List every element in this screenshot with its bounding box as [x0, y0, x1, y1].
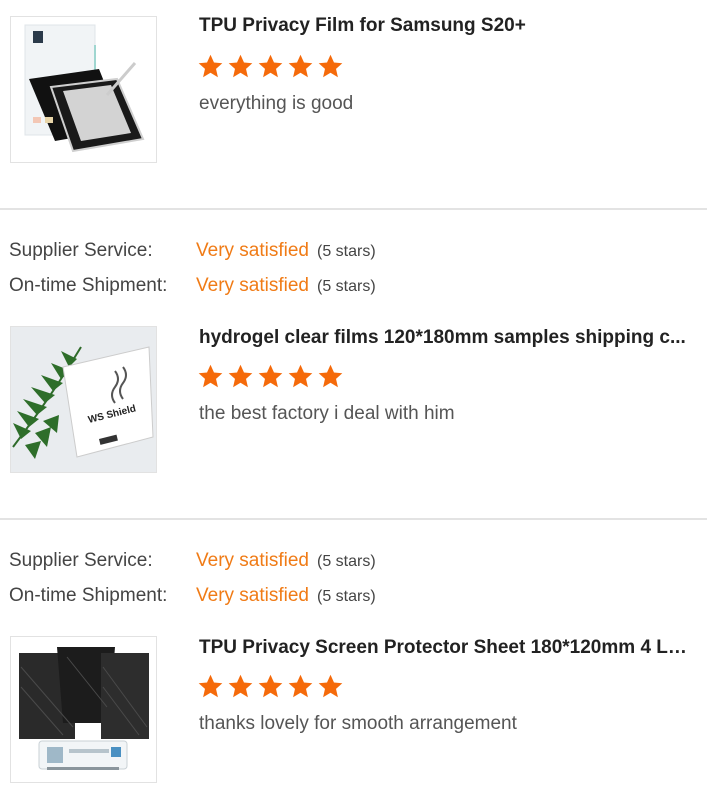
supplier-service-stars: (5 stars)	[317, 243, 376, 260]
review-comment: everything is good	[199, 93, 354, 114]
supplier-service-label: Supplier Service:	[9, 550, 153, 571]
star-icon	[258, 364, 283, 388]
supplier-service-value: Very satisfied	[196, 240, 309, 261]
supplier-service-value: Very satisfied	[196, 550, 309, 571]
star-icon	[288, 364, 313, 388]
product-title[interactable]: TPU Privacy Film for Samsung S20+	[199, 14, 694, 38]
supplier-service-rating: Supplier Service: Very satisfied (5 stars)	[9, 547, 376, 575]
shipment-rating: On-time Shipment: Very satisfied (5 stars)	[9, 582, 376, 610]
shipment-stars: (5 stars)	[317, 278, 376, 295]
supplier-service-stars: (5 stars)	[317, 553, 376, 570]
review-comment: thanks lovely for smooth arrangement	[199, 713, 517, 734]
star-icon	[318, 674, 343, 698]
shipment-stars: (5 stars)	[317, 588, 376, 605]
supplier-service-rating: Supplier Service: Very satisfied (5 stars)	[9, 237, 376, 265]
product-thumbnail[interactable]	[10, 16, 157, 163]
shipment-rating: On-time Shipment: Very satisfied (5 stars)	[9, 272, 376, 300]
shipment-value: Very satisfied	[196, 585, 309, 606]
star-icon	[288, 674, 313, 698]
product-thumbnail[interactable]	[10, 636, 157, 783]
star-icon	[258, 54, 283, 78]
product-title[interactable]: hydrogel clear films 120*180mm samples s…	[199, 326, 694, 350]
review-card: Supplier Service: Very satisfied (5 stars)…	[0, 520, 707, 812]
star-rating	[197, 363, 344, 391]
star-rating	[197, 53, 344, 81]
review-comment: the best factory i deal with him	[199, 403, 455, 424]
shipment-value: Very satisfied	[196, 275, 309, 296]
star-icon	[228, 54, 253, 78]
review-card: TPU Privacy Film for Samsung S20+ everyt…	[0, 0, 707, 208]
shipment-label: On-time Shipment:	[9, 275, 168, 296]
star-icon	[228, 364, 253, 388]
star-icon	[318, 364, 343, 388]
star-icon	[228, 674, 253, 698]
shipment-label: On-time Shipment:	[9, 585, 168, 606]
product-title[interactable]: TPU Privacy Screen Protector Sheet 180*1…	[199, 636, 694, 660]
star-icon	[258, 674, 283, 698]
star-icon	[198, 674, 223, 698]
reviews-list: TPU Privacy Film for Samsung S20+ everyt…	[0, 0, 707, 812]
review-card: Supplier Service: Very satisfied (5 stars)…	[0, 210, 707, 518]
supplier-service-label: Supplier Service:	[9, 240, 153, 261]
product-thumbnail[interactable]: WS Shield	[10, 326, 157, 473]
star-rating	[197, 673, 344, 701]
star-icon	[198, 54, 223, 78]
star-icon	[288, 54, 313, 78]
star-icon	[198, 364, 223, 388]
star-icon	[318, 54, 343, 78]
